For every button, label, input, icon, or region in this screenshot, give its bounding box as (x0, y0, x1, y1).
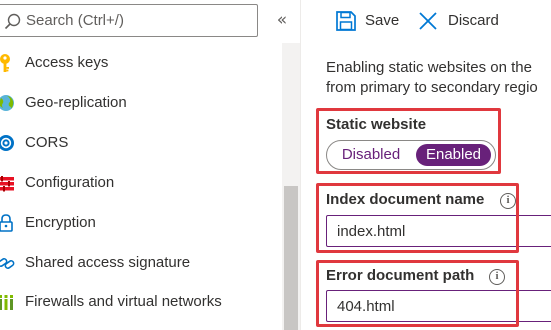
sidebar-item-label: Encryption (25, 214, 96, 231)
discard-button[interactable]: Discard (417, 8, 507, 34)
description-line: Enabling static websites on the (326, 59, 532, 76)
close-icon (419, 12, 437, 30)
index-document-input[interactable] (326, 215, 551, 247)
sidebar-item-label: Configuration (25, 174, 115, 191)
cors-icon (0, 135, 14, 151)
sidebar-item-label: Shared access signature (25, 254, 191, 271)
toggle-option-enabled[interactable]: Enabled (416, 144, 491, 166)
sidebar: « Access keys Geo-replication CORS (0, 0, 300, 330)
configuration-icon (0, 176, 14, 192)
sidebar-item-firewalls[interactable]: Firewalls and virtual networks (0, 283, 282, 321)
sidebar-item-access-keys[interactable]: Access keys (0, 44, 282, 82)
sidebar-item-label: Geo-replication (25, 94, 127, 111)
static-website-description: Enabling static websites on the from pri… (326, 58, 551, 98)
sidebar-item-label: Firewalls and virtual networks (25, 293, 222, 310)
index-document-label: Index document name (326, 191, 485, 208)
discard-label: Discard (448, 12, 499, 29)
search-input[interactable] (26, 5, 252, 36)
sidebar-item-label: Access keys (25, 54, 109, 71)
sidebar-item-encryption[interactable]: Encryption (0, 204, 282, 242)
static-website-label: Static website (326, 116, 427, 133)
info-icon[interactable]: i (489, 269, 505, 285)
error-document-label: Error document path (326, 267, 475, 284)
sidebar-item-geo-replication[interactable]: Geo-replication (0, 84, 282, 122)
info-icon[interactable]: i (500, 193, 516, 209)
collapse-sidebar-button[interactable]: « (272, 9, 292, 31)
save-label: Save (365, 12, 400, 29)
sidebar-item-configuration[interactable]: Configuration (0, 164, 282, 202)
error-document-input[interactable] (326, 290, 551, 322)
globe-icon (0, 95, 14, 111)
lock-icon (0, 214, 13, 232)
key-icon (0, 54, 10, 72)
sidebar-scrollbar-thumb[interactable] (284, 186, 298, 330)
firewall-icon (0, 295, 13, 310)
pane-divider (300, 0, 301, 330)
save-icon (336, 11, 356, 31)
sidebar-item-shared-access-signature[interactable]: Shared access signature (0, 244, 282, 282)
link-chain-icon (0, 258, 15, 269)
toggle-option-disabled[interactable]: Disabled (332, 144, 410, 166)
search-icon (4, 13, 21, 30)
sidebar-item-cors[interactable]: CORS (0, 124, 282, 162)
static-website-toggle[interactable]: Disabled Enabled (326, 140, 496, 170)
save-button[interactable]: Save (335, 8, 405, 34)
sidebar-item-label: CORS (25, 134, 69, 151)
description-line: from primary to secondary regio (326, 79, 538, 96)
search-box[interactable] (0, 4, 258, 37)
